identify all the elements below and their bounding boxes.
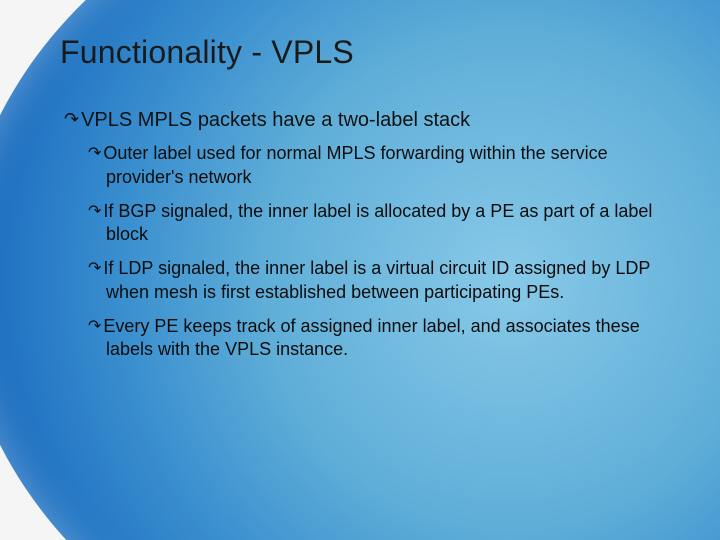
main-bullet-text: VPLS MPLS packets have a two-label stack: [81, 109, 470, 131]
list-item: ↷Outer label used for normal MPLS forwar…: [88, 142, 674, 190]
list-item: ↷If BGP signaled, the inner label is all…: [88, 200, 674, 248]
slide-content: Functionality - VPLS ↷VPLS MPLS packets …: [0, 0, 720, 392]
slide-title: Functionality - VPLS: [60, 34, 674, 71]
main-bullet-item: ↷VPLS MPLS packets have a two-label stac…: [64, 109, 674, 132]
sub-bullet-text: Every PE keeps track of assigned inner l…: [103, 316, 639, 360]
bullet-glyph: ↷: [88, 260, 101, 277]
sub-bullet-list: ↷Outer label used for normal MPLS forwar…: [88, 142, 674, 362]
list-item: ↷If LDP signaled, the inner label is a v…: [88, 257, 674, 305]
sub-bullet-text: Outer label used for normal MPLS forward…: [103, 143, 607, 187]
bullet-glyph: ↷: [88, 145, 101, 162]
bullet-glyph: ↷: [64, 109, 79, 129]
bullet-glyph: ↷: [88, 203, 101, 220]
bullet-glyph: ↷: [88, 318, 101, 335]
sub-bullet-text: If LDP signaled, the inner label is a vi…: [103, 258, 650, 302]
sub-bullet-text: If BGP signaled, the inner label is allo…: [103, 201, 652, 245]
list-item: ↷Every PE keeps track of assigned inner …: [88, 315, 674, 363]
